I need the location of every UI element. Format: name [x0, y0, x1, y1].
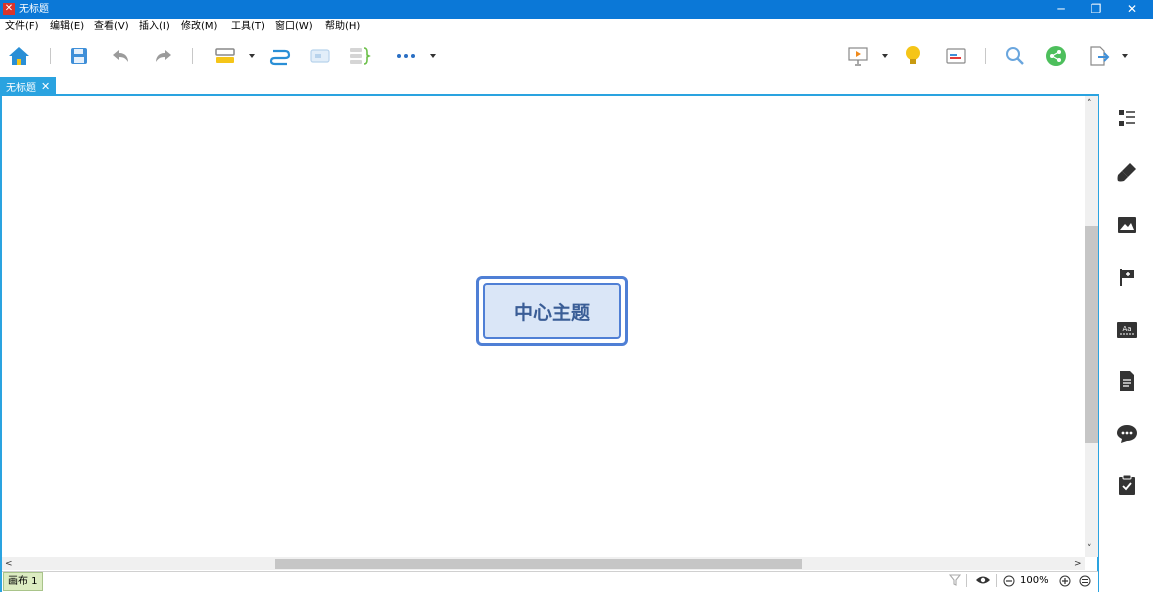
minimize-icon[interactable]: ─ — [1043, 0, 1079, 19]
toolbar-separator — [50, 48, 51, 64]
brainstorm-icon[interactable] — [900, 43, 926, 69]
save-icon[interactable] — [66, 43, 92, 69]
menu-tools[interactable]: 工具(T) — [231, 21, 265, 33]
more-dropdown-icon[interactable] — [430, 54, 436, 58]
scroll-up-icon[interactable]: ˄ — [1087, 99, 1092, 109]
menu-view[interactable]: 查看(V) — [94, 21, 129, 33]
central-topic[interactable]: 中心主题 — [483, 283, 621, 339]
fit-map-icon[interactable] — [1079, 575, 1091, 590]
export-icon[interactable] — [1086, 43, 1112, 69]
home-icon[interactable] — [6, 43, 32, 69]
scroll-down-icon[interactable]: ˅ — [1087, 544, 1092, 554]
gantt-icon[interactable] — [943, 43, 969, 69]
menu-help[interactable]: 帮助(H) — [325, 21, 360, 33]
scroll-right-icon[interactable]: > — [1074, 559, 1082, 569]
format-icon[interactable] — [1113, 158, 1141, 186]
menu-window[interactable]: 窗口(W) — [275, 21, 313, 33]
toolbar-separator — [192, 48, 193, 64]
text-label-icon[interactable]: Aa — [1113, 316, 1141, 344]
sheet-tab[interactable]: 画布 1 — [3, 572, 43, 591]
search-icon[interactable] — [1002, 43, 1028, 69]
more-icon[interactable] — [393, 43, 419, 69]
close-icon[interactable]: ✕ — [1114, 0, 1150, 19]
restore-icon[interactable]: ❐ — [1078, 0, 1114, 19]
status-bar — [2, 571, 1098, 592]
topic-dropdown-icon[interactable] — [249, 54, 255, 58]
horizontal-scroll-thumb[interactable] — [275, 559, 802, 569]
export-dropdown-icon[interactable] — [1122, 54, 1128, 58]
boundary-icon[interactable] — [307, 43, 333, 69]
menu-modify[interactable]: 修改(M) — [181, 21, 217, 33]
marker-icon[interactable] — [1113, 263, 1141, 291]
menu-file[interactable]: 文件(F) — [5, 21, 39, 33]
zoom-in-icon[interactable] — [1059, 575, 1071, 590]
image-icon[interactable] — [1113, 211, 1141, 239]
presentation-dropdown-icon[interactable] — [882, 54, 888, 58]
scroll-left-icon[interactable]: < — [5, 559, 13, 569]
zoom-level[interactable]: 100% — [1020, 575, 1049, 586]
menu-bar — [0, 19, 1153, 35]
presentation-icon[interactable] — [845, 43, 871, 69]
tab-strip — [0, 77, 1103, 95]
tab-label: 无标题 — [6, 82, 36, 94]
task-icon[interactable] — [1113, 471, 1141, 499]
tab-close-icon[interactable]: ✕ — [41, 80, 50, 93]
status-separator — [966, 574, 967, 587]
xmind-logo-icon: ✕ — [3, 3, 15, 15]
filter-icon[interactable] — [948, 574, 962, 589]
menu-insert[interactable]: 插入(I) — [139, 21, 170, 33]
zoom-out-icon[interactable] — [1003, 575, 1015, 590]
share-icon[interactable] — [1043, 43, 1069, 69]
notes-icon[interactable] — [1113, 367, 1141, 395]
vertical-scroll-thumb[interactable] — [1085, 226, 1098, 443]
outline-icon[interactable] — [1113, 104, 1141, 132]
svg-text:Aa: Aa — [1122, 325, 1131, 333]
status-separator — [996, 574, 997, 587]
title-bar — [0, 0, 1153, 19]
redo-icon[interactable] — [150, 43, 176, 69]
undo-icon[interactable] — [108, 43, 134, 69]
tab-untitled[interactable]: 无标题 ✕ — [0, 77, 57, 95]
central-topic-text: 中心主题 — [513, 301, 590, 324]
topic-icon[interactable] — [212, 43, 238, 69]
menu-edit[interactable]: 编辑(E) — [50, 21, 84, 33]
eye-icon[interactable] — [975, 575, 991, 588]
summary-icon[interactable] — [347, 43, 373, 69]
relationship-icon[interactable] — [267, 43, 293, 69]
window-title: 无标题 — [19, 4, 49, 15]
comment-icon[interactable] — [1113, 420, 1141, 448]
toolbar-separator — [985, 48, 986, 64]
